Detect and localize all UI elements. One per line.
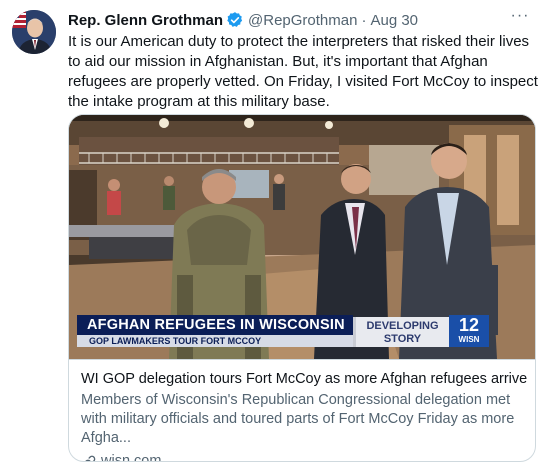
tweet-header: Rep. Glenn Grothman @RepGrothman · Aug 3… [68,10,418,30]
station-call-sign: WISN [458,335,480,344]
developing-line-2: STORY [383,333,422,345]
card-domain[interactable]: wisn.com [81,452,523,461]
link-icon [81,454,97,461]
verified-badge-icon [226,11,244,29]
more-options-icon[interactable]: ··· [508,8,532,28]
card-image[interactable]: AFGHAN REFUGEES IN WISCONSIN GOP LAWMAKE… [69,115,535,359]
card-body[interactable]: WI GOP delegation tours Fort McCoy as mo… [69,359,535,461]
tweet-text: It is our American duty to protect the i… [68,33,538,110]
station-logo: 12 WISN [449,315,489,347]
tweet-date[interactable]: Aug 30 [370,12,418,29]
author-display-name[interactable]: Rep. Glenn Grothman [68,12,223,29]
tweet[interactable]: Rep. Glenn Grothman @RepGrothman · Aug 3… [0,0,550,470]
developing-line-1: DEVELOPING [366,320,439,332]
developing-story-badge: DEVELOPING STORY [353,317,449,347]
link-preview-card[interactable]: AFGHAN REFUGEES IN WISCONSIN GOP LAWMAKE… [68,114,536,462]
news-lower-third: AFGHAN REFUGEES IN WISCONSIN GOP LAWMAKE… [69,315,535,347]
card-description: Members of Wisconsin's Republican Congre… [81,392,515,446]
station-channel: 12 [458,315,480,335]
author-avatar[interactable] [12,10,56,54]
header-separator: · [361,11,367,29]
lower-third-headline: AFGHAN REFUGEES IN WISCONSIN [77,315,353,335]
card-title[interactable]: WI GOP delegation tours Fort McCoy as mo… [81,370,527,389]
lower-third-subheadline: GOP LAWMAKERS TOUR FORT MCCOY [77,335,353,347]
card-domain-text[interactable]: wisn.com [101,452,161,461]
author-handle[interactable]: @RepGrothman [248,12,357,29]
